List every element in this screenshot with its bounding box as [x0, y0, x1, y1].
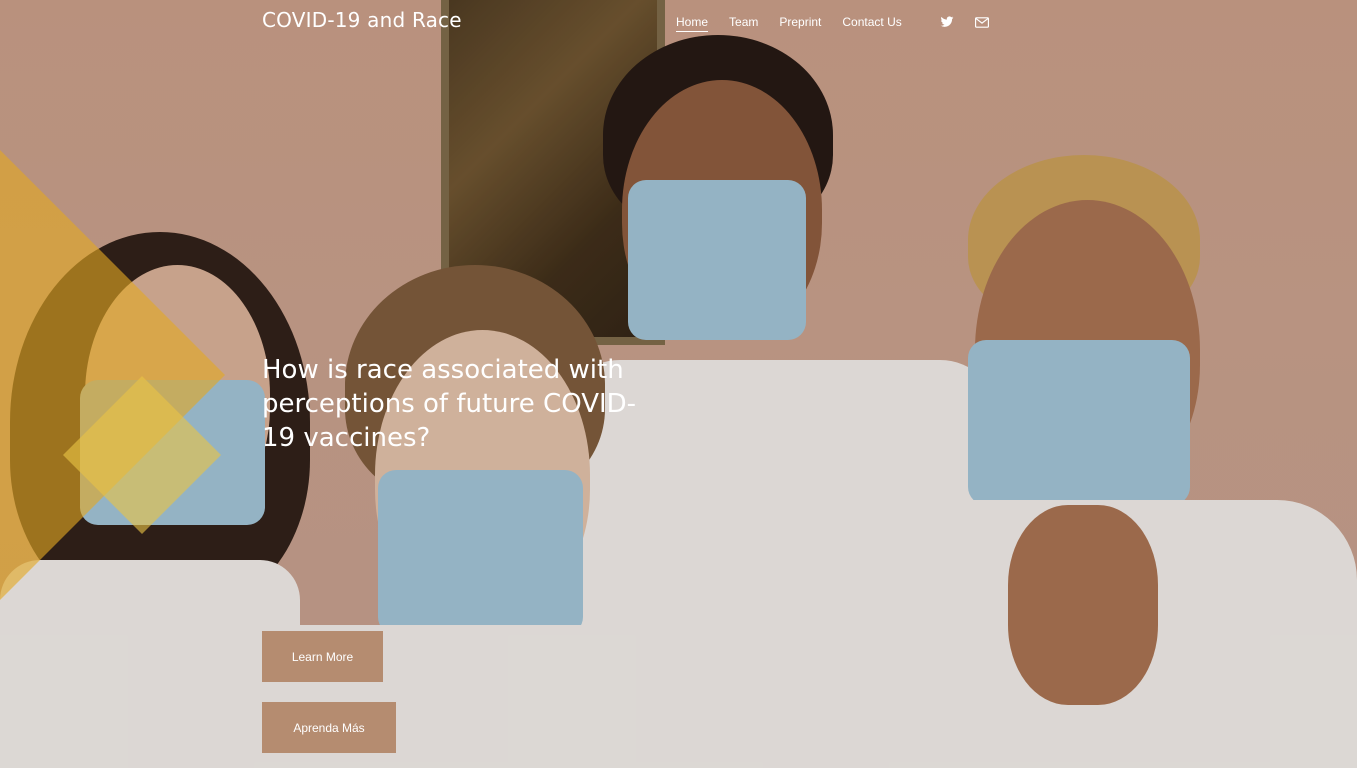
nav-item-home[interactable]: Home: [676, 15, 709, 32]
nav-item-contact-us[interactable]: Contact Us: [842, 15, 901, 32]
twitter-icon[interactable]: [940, 15, 954, 29]
site-title[interactable]: COVID-19 and Race: [262, 8, 462, 32]
hero-headline: How is race associated with perceptions …: [262, 355, 637, 453]
learn-more-button[interactable]: Learn More: [262, 631, 383, 682]
nav-item-team[interactable]: Team: [729, 15, 758, 32]
mail-icon[interactable]: [975, 17, 989, 28]
decorative-diamond-large: [0, 150, 225, 600]
hero-section: COVID-19 and Race Home Team Preprint Con…: [0, 0, 1357, 768]
nav-item-preprint[interactable]: Preprint: [779, 15, 821, 32]
aprenda-mas-button[interactable]: Aprenda Más: [262, 702, 396, 753]
main-nav: Home Team Preprint Contact Us: [676, 15, 923, 32]
